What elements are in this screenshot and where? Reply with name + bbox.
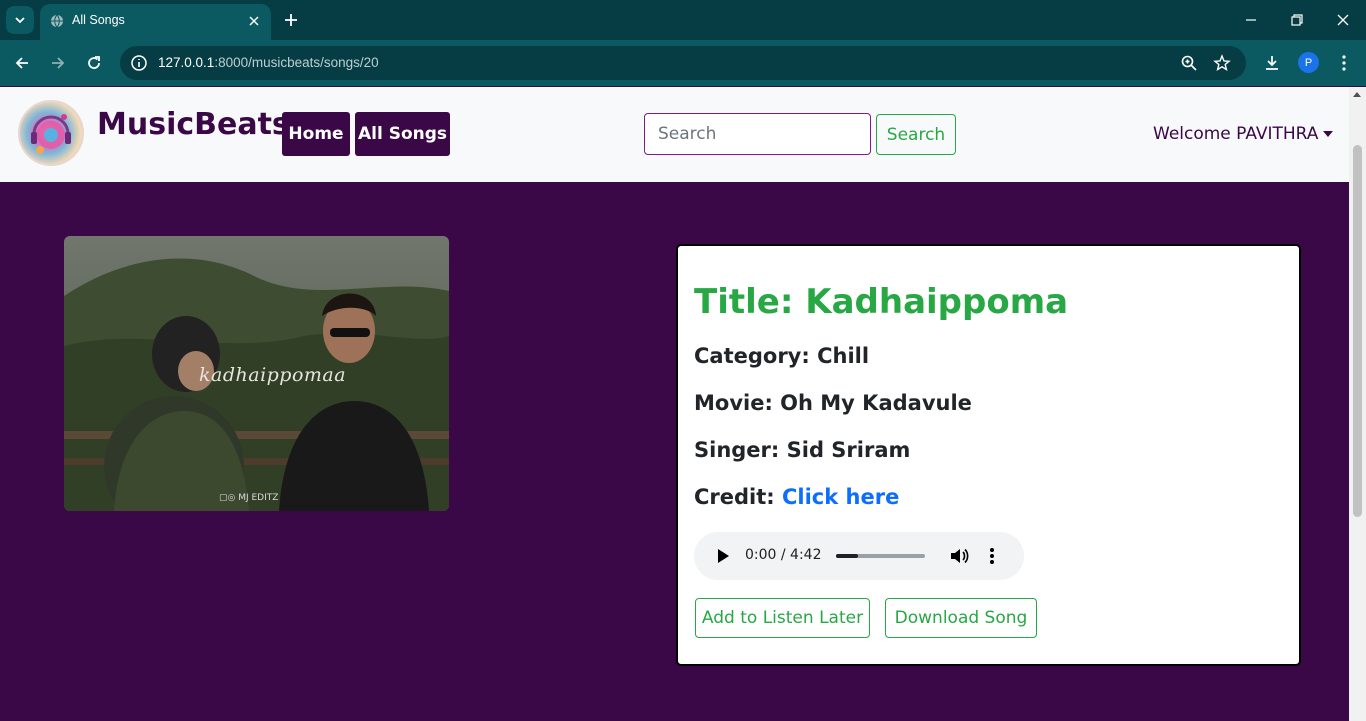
headphones-logo-icon (31, 114, 71, 154)
minimize-icon[interactable] (1243, 12, 1259, 28)
download-song-button[interactable]: Download Song (885, 598, 1037, 638)
song-details-card: Title: Kadhaippoma Category: Chill Movie… (676, 244, 1301, 666)
window-close-icon[interactable] (1335, 12, 1351, 28)
close-icon[interactable] (247, 14, 261, 28)
tab-title: All Songs (72, 13, 125, 27)
audio-player: 0:00 / 4:42 (694, 532, 1024, 580)
profile-avatar[interactable]: P (1298, 52, 1319, 73)
play-icon[interactable] (718, 549, 729, 563)
url-text: 127.0.0.1:8000/musicbeats/songs/20 (158, 55, 379, 70)
volume-icon[interactable] (949, 547, 969, 565)
song-credit: Credit: Click here (694, 485, 899, 509)
address-bar[interactable]: 127.0.0.1:8000/musicbeats/songs/20 (120, 46, 1246, 80)
scrollbar-thumb[interactable] (1353, 145, 1362, 517)
all-songs-nav-button[interactable]: All Songs (355, 112, 450, 156)
site-info-icon[interactable] (130, 54, 148, 72)
tab-search-button[interactable] (6, 6, 34, 34)
browser-toolbar: 127.0.0.1:8000/musicbeats/songs/20 P (0, 40, 1366, 86)
page-scrollbar[interactable] (1349, 87, 1366, 721)
add-to-listen-later-button[interactable]: Add to Listen Later (695, 598, 870, 638)
new-tab-icon[interactable] (282, 11, 300, 29)
cover-caption: kadhaippomaa (199, 364, 347, 386)
back-arrow-icon[interactable] (13, 54, 31, 72)
song-singer: Singer: Sid Sriram (694, 438, 910, 462)
movie-label: Movie: (694, 391, 781, 415)
singer-label: Singer: (694, 438, 787, 462)
page-viewport: MusicBeats Home All Songs Search Welcome… (0, 87, 1366, 721)
globe-icon (51, 14, 63, 28)
bookmark-star-icon[interactable] (1213, 54, 1231, 72)
song-movie: Movie: Oh My Kadavule (694, 391, 972, 415)
home-nav-button[interactable]: Home (282, 112, 350, 156)
chevron-down-icon (15, 17, 25, 24)
url-path: :8000/musicbeats/songs/20 (214, 55, 379, 70)
credit-link[interactable]: Click here (782, 485, 899, 509)
credit-label: Credit: (694, 485, 782, 509)
zoom-icon[interactable] (1180, 54, 1198, 72)
player-time: 0:00 / 4:42 (745, 547, 822, 563)
browser-tabstrip: All Songs (0, 0, 1366, 40)
caret-down-icon (1323, 131, 1334, 137)
welcome-text: Welcome PAVITHRA (1153, 124, 1319, 144)
cover-watermark: ▢◎ MJ EDITZ (219, 493, 279, 503)
category-value: Chill (817, 344, 870, 368)
song-title: Title: Kadhaippoma (694, 282, 1068, 322)
scroll-up-arrow-icon[interactable] (1353, 92, 1361, 97)
user-dropdown[interactable]: Welcome PAVITHRA (1153, 124, 1334, 144)
brand-name[interactable]: MusicBeats (97, 107, 290, 142)
url-host: 127.0.0.1 (158, 55, 215, 70)
song-category: Category: Chill (694, 344, 869, 368)
more-menu-icon[interactable] (1335, 54, 1353, 72)
search-button[interactable]: Search (876, 114, 956, 155)
reload-icon[interactable] (85, 54, 103, 72)
seek-slider[interactable] (836, 554, 925, 558)
restore-icon[interactable] (1289, 12, 1305, 28)
brand-logo[interactable] (18, 100, 84, 166)
movie-value: Oh My Kadavule (780, 391, 972, 415)
forward-arrow-icon[interactable] (49, 54, 67, 72)
singer-value: Sid Sriram (786, 438, 911, 462)
song-cover-image: kadhaippomaa ▢◎ MJ EDITZ (64, 236, 449, 511)
player-more-icon[interactable] (989, 547, 995, 565)
seek-slider-fill (836, 554, 859, 558)
download-icon[interactable] (1263, 54, 1281, 72)
song-title-value: Kadhaippoma (805, 282, 1069, 322)
browser-tab[interactable]: All Songs (40, 4, 271, 40)
song-title-label: Title: (694, 282, 806, 322)
category-label: Category: (694, 344, 818, 368)
site-navbar: MusicBeats Home All Songs Search Welcome… (0, 87, 1349, 182)
search-input[interactable] (644, 113, 871, 155)
